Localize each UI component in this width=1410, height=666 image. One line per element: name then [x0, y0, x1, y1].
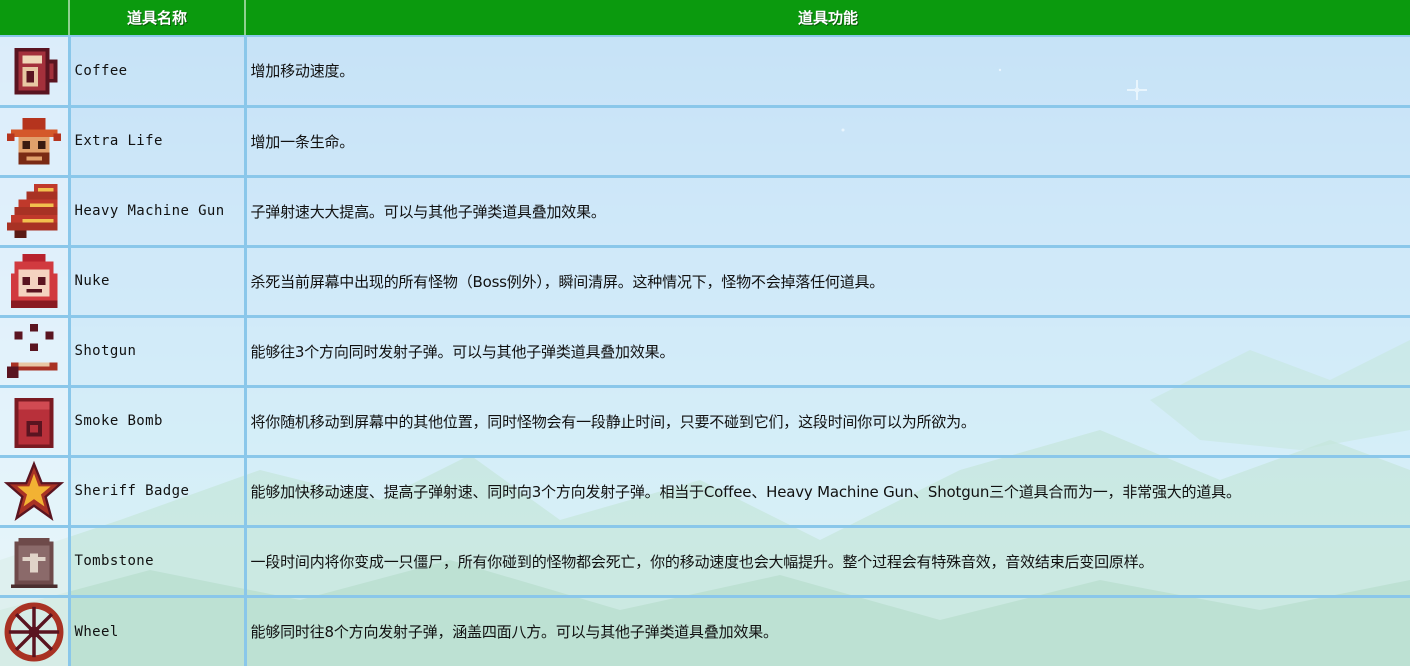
item-description: 能够同时往8个方向发射子弹，涵盖四面八方。可以与其他子弹类道具叠加效果。 [243, 594, 1410, 666]
icon-cell [0, 594, 69, 666]
item-name: Tombstone [67, 524, 245, 596]
table-row: Heavy Machine Gun 子弹射速大大提高。可以与其他子弹类道具叠加效… [0, 174, 1410, 246]
header-icon-col [0, 0, 69, 36]
table-row: Sheriff Badge 能够加快移动速度、提高子弹射速、同时向3个方向发射子… [0, 454, 1410, 526]
tombstone-icon [3, 530, 65, 592]
item-description: 将你随机移动到屏幕中的其他位置，同时怪物会有一段静止时间，只要不碰到它们，这段时… [243, 384, 1410, 456]
item-description: 增加移动速度。 [243, 35, 1410, 106]
extra-life-icon [3, 110, 65, 172]
item-description: 增加一条生命。 [243, 104, 1410, 176]
item-description: 能够往3个方向同时发射子弹。可以与其他子弹类道具叠加效果。 [243, 314, 1410, 386]
header-func-col: 道具功能 [244, 0, 1410, 36]
item-name: Extra Life [67, 104, 245, 176]
item-description: 杀死当前屏幕中出现的所有怪物（Boss例外），瞬间清屏。这种情况下，怪物不会掉落… [243, 244, 1410, 316]
wheel-icon [3, 601, 65, 663]
nuke-icon [3, 250, 65, 312]
icon-cell [0, 384, 69, 456]
item-name: Nuke [67, 244, 245, 316]
item-name: Heavy Machine Gun [67, 174, 245, 246]
item-name: Coffee [67, 35, 245, 106]
coffee-icon [3, 40, 65, 102]
table-row: Shotgun 能够往3个方向同时发射子弹。可以与其他子弹类道具叠加效果。 [0, 314, 1410, 386]
item-name: Sheriff Badge [67, 454, 245, 526]
item-description: 能够加快移动速度、提高子弹射速、同时向3个方向发射子弹。相当于Coffee、He… [243, 454, 1410, 526]
table-row: Smoke Bomb 将你随机移动到屏幕中的其他位置，同时怪物会有一段静止时间，… [0, 384, 1410, 456]
item-name: Shotgun [67, 314, 245, 386]
icon-cell [0, 244, 69, 316]
table-row: Wheel 能够同时往8个方向发射子弹，涵盖四面八方。可以与其他子弹类道具叠加效… [0, 594, 1410, 666]
item-name: Smoke Bomb [67, 384, 245, 456]
table-row: Nuke 杀死当前屏幕中出现的所有怪物（Boss例外），瞬间清屏。这种情况下，怪… [0, 244, 1410, 316]
header-name-col: 道具名称 [68, 0, 245, 36]
icon-cell [0, 524, 69, 596]
table-row: Tombstone 一段时间内将你变成一只僵尸，所有你碰到的怪物都会死亡，你的移… [0, 524, 1410, 596]
item-description: 子弹射速大大提高。可以与其他子弹类道具叠加效果。 [243, 174, 1410, 246]
table-row: Extra Life 增加一条生命。 [0, 104, 1410, 176]
shotgun-icon [3, 320, 65, 382]
sheriff-badge-icon [3, 460, 65, 522]
icon-cell [0, 454, 69, 526]
table-header-row: 道具名称 道具功能 [0, 0, 1410, 36]
items-table: 道具名称 道具功能 Coffee 增加移动速度。 Extra Life 增加一条… [0, 0, 1410, 666]
item-description: 一段时间内将你变成一只僵尸，所有你碰到的怪物都会死亡，你的移动速度也会大幅提升。… [243, 524, 1410, 596]
smoke-bomb-icon [3, 390, 65, 452]
icon-cell [0, 104, 69, 176]
table-row: Coffee 增加移动速度。 [0, 35, 1410, 106]
icon-cell [0, 174, 69, 246]
heavy-machine-gun-icon [3, 180, 65, 242]
icon-cell [0, 314, 69, 386]
item-name: Wheel [67, 594, 245, 666]
icon-cell [0, 35, 69, 106]
